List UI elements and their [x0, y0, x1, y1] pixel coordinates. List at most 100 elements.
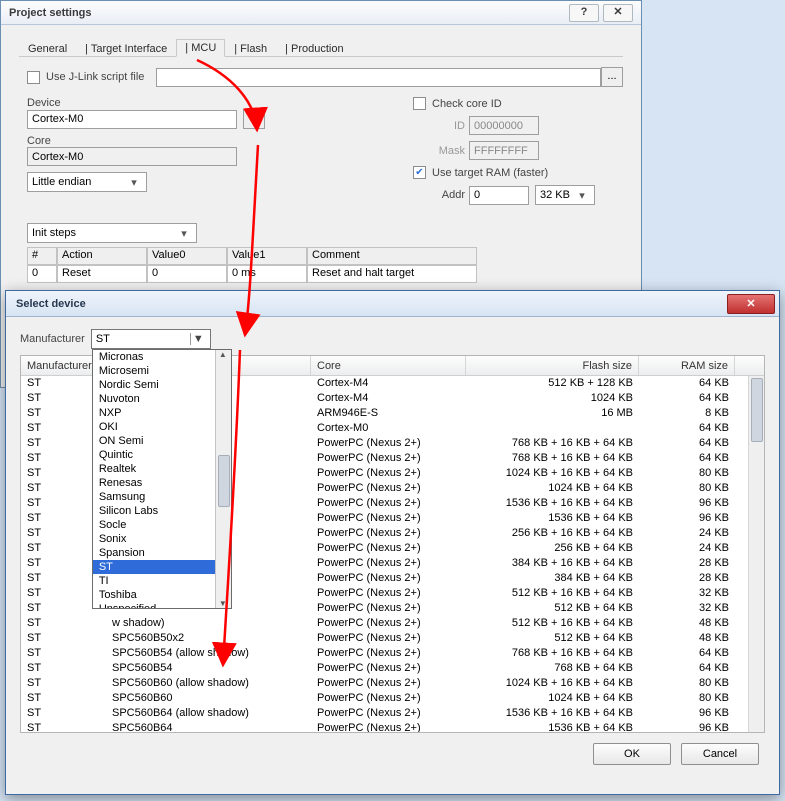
dropdown-item[interactable]: Nordic Semi: [93, 378, 215, 392]
device-cell-core: PowerPC (Nexus 2+): [311, 571, 466, 586]
scroll-up-icon[interactable]: ▲: [219, 350, 227, 359]
scroll-thumb[interactable]: [751, 378, 763, 442]
dropdown-item[interactable]: Nuvoton: [93, 392, 215, 406]
addr-field[interactable]: 0: [469, 186, 529, 205]
dropdown-item[interactable]: Socle: [93, 518, 215, 532]
tab-mcu[interactable]: | MCU: [176, 39, 225, 57]
device-cell-flash: 768 KB + 64 KB: [466, 661, 639, 676]
device-row[interactable]: STSPC560B64PowerPC (Nexus 2+)1536 KB + 6…: [21, 721, 748, 732]
dropdown-item[interactable]: Microsemi: [93, 364, 215, 378]
device-row[interactable]: STSPC560B50x2PowerPC (Nexus 2+)512 KB + …: [21, 631, 748, 646]
script-path-field[interactable]: [156, 68, 601, 87]
dropdown-item[interactable]: Renesas: [93, 476, 215, 490]
dropdown-item[interactable]: ON Semi: [93, 434, 215, 448]
tab-flash[interactable]: | Flash: [225, 40, 276, 57]
dropdown-item[interactable]: Micronas: [93, 350, 215, 364]
col-flash[interactable]: Flash size: [466, 356, 639, 375]
col-ram[interactable]: RAM size: [639, 356, 735, 375]
device-row[interactable]: STSPC560B54 (allow shadow)PowerPC (Nexus…: [21, 646, 748, 661]
dropdown-item[interactable]: NXP: [93, 406, 215, 420]
manufacturer-dropdown: MicronasMicrosemiNordic SemiNuvotonNXPOK…: [92, 349, 232, 609]
device-cell-flash: 1024 KB + 64 KB: [466, 481, 639, 496]
device-label: Device: [27, 97, 383, 109]
tab-production[interactable]: | Production: [276, 40, 353, 57]
endian-value: Little endian: [32, 176, 91, 188]
cancel-button[interactable]: Cancel: [681, 743, 759, 765]
device-row[interactable]: STSPC560B60PowerPC (Nexus 2+)1024 KB + 6…: [21, 691, 748, 706]
grid-header-cell[interactable]: Value1: [227, 247, 307, 265]
ram-size-combo[interactable]: 32 KB ▾: [535, 185, 595, 205]
dropdown-item[interactable]: TI: [93, 574, 215, 588]
grid-header-cell[interactable]: Action: [57, 247, 147, 265]
grid-header-cell[interactable]: Value0: [147, 247, 227, 265]
device-cell-core: PowerPC (Nexus 2+): [311, 526, 466, 541]
grid-header-cell[interactable]: Comment: [307, 247, 477, 265]
device-cell-flash: 1536 KB + 64 KB: [466, 511, 639, 526]
device-cell-core: PowerPC (Nexus 2+): [311, 556, 466, 571]
dropdown-item[interactable]: Unspecified: [93, 602, 215, 608]
check-core-id-checkbox[interactable]: [413, 97, 426, 110]
dropdown-item[interactable]: Samsung: [93, 490, 215, 504]
core-id-field: 00000000: [469, 116, 539, 135]
device-cell-flash: 1536 KB + 16 KB + 64 KB: [466, 496, 639, 511]
device-cell-mfr: ST: [21, 706, 106, 721]
device-cell-ram: 96 KB: [639, 706, 735, 721]
col-core[interactable]: Core: [311, 356, 466, 375]
dropdown-item[interactable]: Quintic: [93, 448, 215, 462]
dropdown-item[interactable]: ST: [93, 560, 215, 574]
dropdown-item[interactable]: Spansion: [93, 546, 215, 560]
grid-cell: 0: [27, 265, 57, 283]
use-script-checkbox[interactable]: [27, 71, 40, 84]
close-button[interactable]: ✕: [727, 294, 775, 314]
scroll-thumb[interactable]: [218, 455, 230, 507]
dropdown-scrollbar[interactable]: ▲ ▼: [215, 350, 231, 608]
device-row[interactable]: STSPC560B60 (allow shadow)PowerPC (Nexus…: [21, 676, 748, 691]
device-browse-button[interactable]: ...: [243, 109, 265, 129]
device-row[interactable]: STSPC560B64 (allow shadow)PowerPC (Nexus…: [21, 706, 748, 721]
endian-combo[interactable]: Little endian ▾: [27, 172, 147, 192]
dropdown-item[interactable]: Silicon Labs: [93, 504, 215, 518]
device-cell-core: PowerPC (Nexus 2+): [311, 451, 466, 466]
device-cell-core: PowerPC (Nexus 2+): [311, 676, 466, 691]
dropdown-item[interactable]: Sonix: [93, 532, 215, 546]
grid-scrollbar[interactable]: [748, 376, 764, 732]
dropdown-item[interactable]: Realtek: [93, 462, 215, 476]
device-cell-core: PowerPC (Nexus 2+): [311, 586, 466, 601]
core-field: Cortex-M0: [27, 147, 237, 166]
device-cell-flash: [466, 421, 639, 436]
device-cell-core: PowerPC (Nexus 2+): [311, 481, 466, 496]
use-ram-checkbox[interactable]: [413, 166, 426, 179]
device-cell-mfr: ST: [21, 661, 106, 676]
device-cell-device: SPC560B64: [106, 721, 311, 732]
device-cell-core: PowerPC (Nexus 2+): [311, 541, 466, 556]
init-steps-combo[interactable]: Init steps ▾: [27, 223, 197, 243]
scroll-down-icon[interactable]: ▼: [219, 599, 227, 608]
device-row[interactable]: STSPC560B54PowerPC (Nexus 2+)768 KB + 64…: [21, 661, 748, 676]
device-cell-ram: 64 KB: [639, 451, 735, 466]
manufacturer-combo[interactable]: ST ▼ MicronasMicrosemiNordic SemiNuvoton…: [91, 329, 211, 349]
device-cell-flash: 768 KB + 16 KB + 64 KB: [466, 646, 639, 661]
close-button[interactable]: ✕: [603, 4, 633, 22]
device-cell-ram: 64 KB: [639, 646, 735, 661]
device-field[interactable]: Cortex-M0: [27, 110, 237, 129]
script-browse-button[interactable]: ...: [601, 67, 623, 87]
init-steps-row[interactable]: 0Reset00 msReset and halt target: [27, 265, 623, 283]
addr-label: Addr: [433, 189, 465, 201]
core-id-label: ID: [433, 120, 465, 132]
help-button[interactable]: ?: [569, 4, 599, 22]
select-device-titlebar[interactable]: Select device ✕: [6, 291, 779, 317]
tab-target-interface[interactable]: | Target Interface: [76, 40, 176, 57]
device-cell-flash: 1536 KB + 16 KB + 64 KB: [466, 706, 639, 721]
dropdown-item[interactable]: OKI: [93, 420, 215, 434]
project-settings-titlebar[interactable]: Project settings ? ✕: [1, 1, 641, 25]
init-steps-header: #ActionValue0Value1Comment: [27, 247, 623, 265]
grid-cell: 0: [147, 265, 227, 283]
device-cell-ram: 80 KB: [639, 676, 735, 691]
grid-header-cell[interactable]: #: [27, 247, 57, 265]
device-cell-ram: 80 KB: [639, 481, 735, 496]
ok-button[interactable]: OK: [593, 743, 671, 765]
dropdown-item[interactable]: Toshiba: [93, 588, 215, 602]
tab-general[interactable]: General: [19, 40, 76, 57]
device-cell-core: PowerPC (Nexus 2+): [311, 691, 466, 706]
device-row[interactable]: STw shadow)PowerPC (Nexus 2+)512 KB + 16…: [21, 616, 748, 631]
